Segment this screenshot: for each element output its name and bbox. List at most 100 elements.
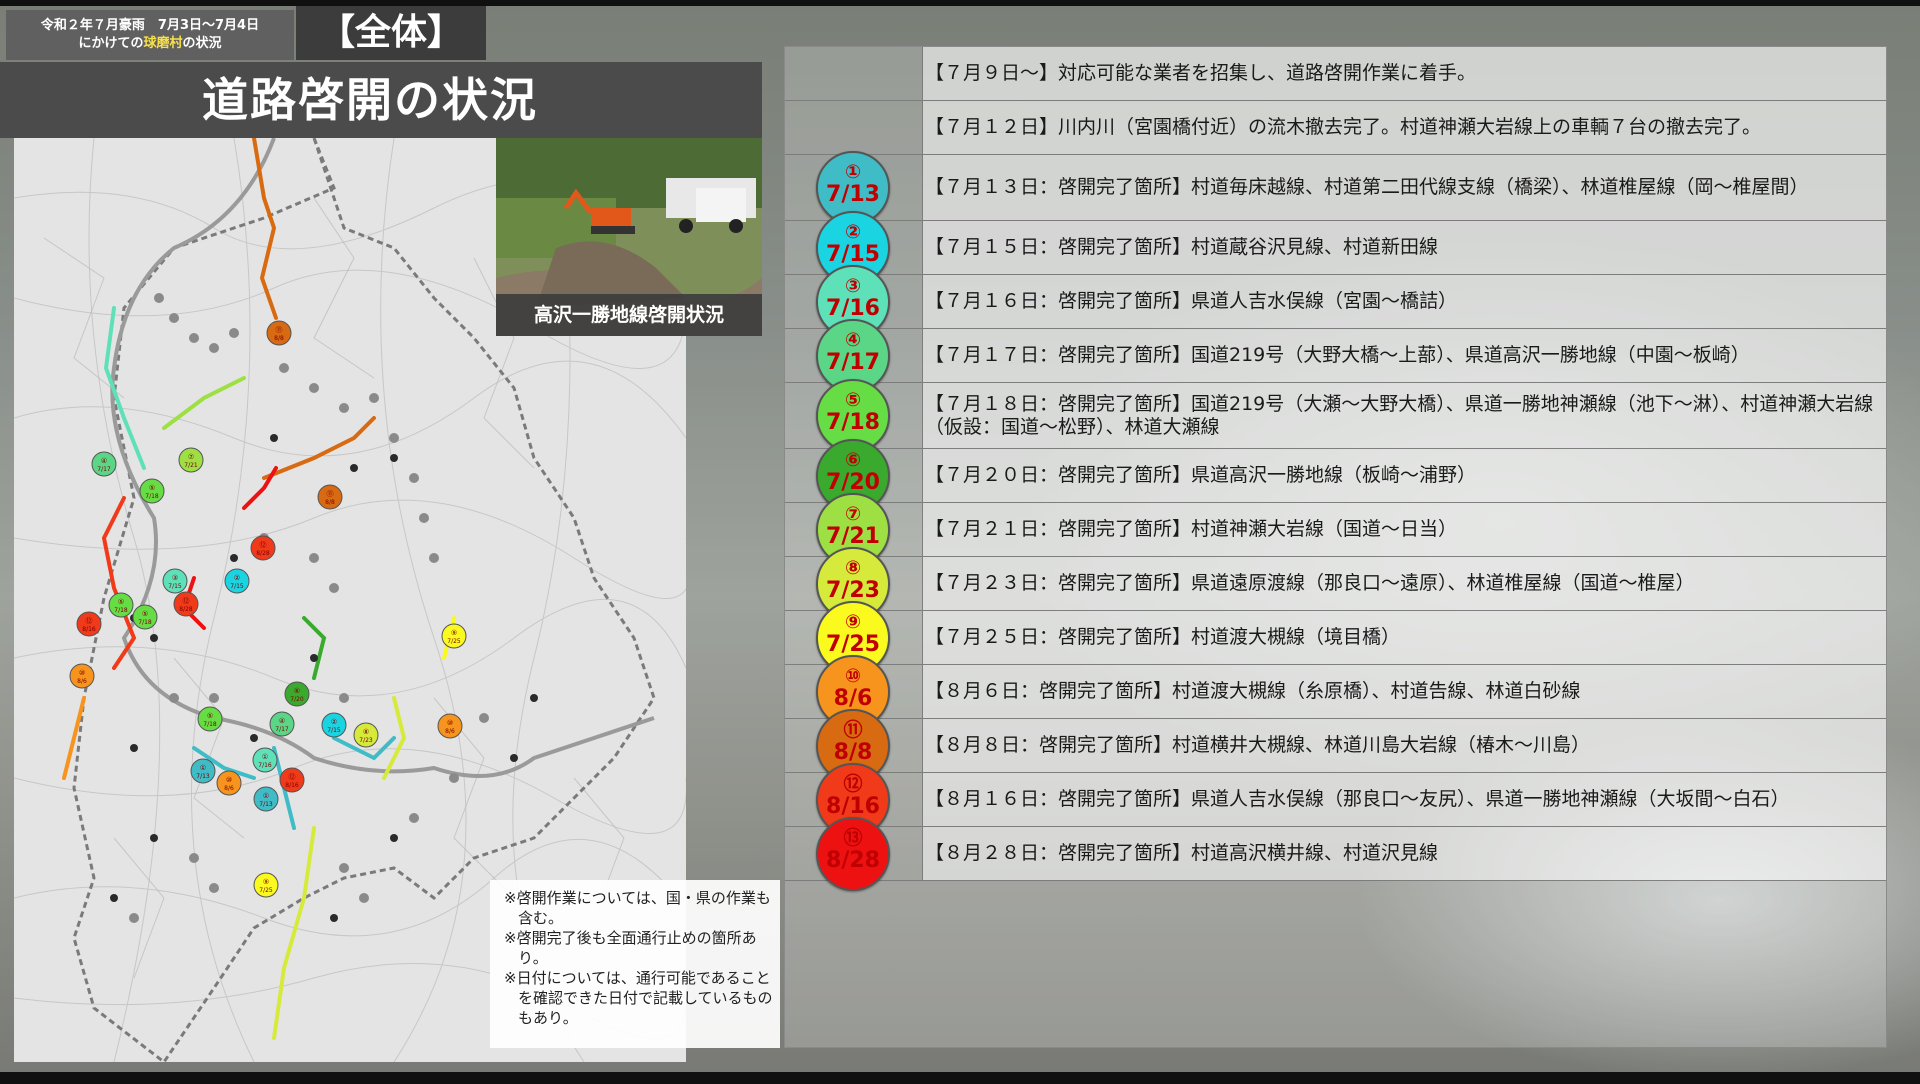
top-border <box>0 0 1920 6</box>
badge-number: ⑤ <box>844 389 862 411</box>
map-marker: ②7/15 <box>321 712 347 738</box>
map-marker-label: ① <box>263 792 269 800</box>
map-marker-label: 7/16 <box>258 762 272 769</box>
map-marker: ⑪8/8 <box>317 484 343 510</box>
map-marker: ⑤7/18 <box>197 706 223 732</box>
badge-date: 8/28 <box>826 848 880 873</box>
map-marker-label: 8/8 <box>325 499 335 506</box>
map-marker-label: ⑨ <box>451 629 457 637</box>
progress-table: 【７月９日〜】対応可能な業者を招集し、道路啓開作業に着手。 【７月１２日】川内川（… <box>784 46 1887 1048</box>
map-marker-label: 7/21 <box>184 462 198 469</box>
map-marker: ⑦7/21 <box>178 447 204 473</box>
map-marker-label: ⑪ <box>276 326 283 334</box>
map-marker-label: 8/16 <box>285 782 299 789</box>
map-marker-label: 7/18 <box>203 721 217 728</box>
map-marker-label: ⑥ <box>294 687 300 695</box>
map-marker-label: ⑩ <box>447 719 453 727</box>
map-marker-label: 7/15 <box>168 583 182 590</box>
table-row: 【７月９日〜】対応可能な業者を招集し、道路啓開作業に着手。 <box>785 47 1886 101</box>
map-marker-label: 7/23 <box>359 737 373 744</box>
event-date-line1: 令和２年７月豪雨 7月3日〜7月4日 <box>40 18 260 33</box>
map-marker: ⑨7/25 <box>253 872 279 898</box>
table-row: ⑦ 7/21 【７月２１日：啓開完了箇所】村道神瀬大岩線（国道〜日当） <box>785 493 1886 567</box>
badge-number: ⑥ <box>844 449 862 471</box>
map-marker: ⑨7/25 <box>441 623 467 649</box>
map-marker-label: 7/15 <box>327 727 341 734</box>
map-marker-label: ④ <box>279 717 285 725</box>
map-marker-label: ⑤ <box>142 610 148 618</box>
map-marker-label: ⑪ <box>327 490 334 498</box>
map-marker-label: 7/25 <box>447 638 461 645</box>
row-description: 【７月９日〜】対応可能な業者を招集し、道路啓開作業に着手。 <box>923 47 1886 100</box>
map-marker-label: 8/28 <box>179 606 193 613</box>
map-marker-label: ① <box>200 764 206 772</box>
map-marker: ④7/17 <box>91 451 117 477</box>
map-marker-label: 7/18 <box>138 619 152 626</box>
map-marker-label: ③ <box>172 574 178 582</box>
map-marker: ②7/15 <box>224 568 250 594</box>
table-row: 【７月１２日】川内川（宮園橋付近）の流木撤去完了。村道神瀬大岩線上の車輌７台の撤… <box>785 101 1886 155</box>
table-row: ③ 7/16 【７月１６日：啓開完了箇所】県道人吉水俣線（宮園〜橋詰） <box>785 265 1886 339</box>
table-row: ⑩ 8/6 【８月６日：啓開完了箇所】村道渡大槻線（糸原橋）、村道告線、林道白砂線 <box>785 655 1886 729</box>
scope-label: 【全体】 <box>296 6 486 60</box>
map-marker-label: 7/13 <box>259 801 273 808</box>
map-marker-label: 7/15 <box>230 583 244 590</box>
map-marker-label: ⑫ <box>260 541 267 549</box>
map-marker: ⑩8/6 <box>216 770 242 796</box>
map-marker-label: 7/13 <box>196 773 210 780</box>
road-clearing-photo: 高沢一勝地線啓開状況 <box>496 138 762 336</box>
map-marker-label: ⑩ <box>79 669 85 677</box>
row-description: 【７月１７日：啓開完了箇所】国道219号（大野大橋〜上蔀）、県道高沢一勝地線（中… <box>923 329 1886 382</box>
badge-date: 7/18 <box>826 410 880 435</box>
badge-number: ① <box>844 161 862 183</box>
map-marker-label: ⑧ <box>363 728 369 736</box>
row-description: 【８月６日：啓開完了箇所】村道渡大槻線（糸原橋）、村道告線、林道白砂線 <box>923 665 1886 718</box>
map-marker-label: ④ <box>101 457 107 465</box>
map-marker-label: ⑫ <box>183 597 190 605</box>
map-marker: ⑧7/23 <box>353 722 379 748</box>
map-marker-label: 7/25 <box>259 887 273 894</box>
event-date-post: の状況 <box>182 36 222 51</box>
map-marker-label: 7/17 <box>275 726 289 733</box>
row-description: 【７月１３日：啓開完了箇所】村道毎床越線、村道第二田代線支線（橋梁）、林道椎屋線… <box>923 155 1886 220</box>
table-row: ⑨ 7/25 【７月２５日：啓開完了箇所】村道渡大槻線（境目橋） <box>785 601 1886 675</box>
map-marker: ⑫8/28 <box>173 591 199 617</box>
date-badge: ⑬ 8/28 <box>816 817 890 891</box>
village-name: 球磨村 <box>143 36 183 51</box>
table-row: ⑤ 7/18 【７月１８日：啓開完了箇所】国道219号（大瀬〜大野大橋）、県道一勝地… <box>785 379 1886 453</box>
map-marker: ⑪8/8 <box>266 320 292 346</box>
bottom-border <box>0 1072 1920 1084</box>
row-description: 【７月２５日：啓開完了箇所】村道渡大槻線（境目橋） <box>923 611 1886 664</box>
row-badge-cell <box>785 101 923 154</box>
badge-date: 7/13 <box>826 182 880 207</box>
table-row: ⑪ 8/8 【８月８日：啓開完了箇所】村道横井大槻線、林道川島大岩線（椿木〜川島） <box>785 709 1886 783</box>
badge-number: ⑦ <box>844 503 862 525</box>
row-description: 【８月２８日：啓開完了箇所】村道高沢横井線、村道沢見線 <box>923 827 1886 880</box>
badge-number: ⑧ <box>844 557 862 579</box>
table-row: ⑬ 8/28 【８月２８日：啓開完了箇所】村道高沢横井線、村道沢見線 <box>785 817 1886 891</box>
row-description: 【７月１２日】川内川（宮園橋付近）の流木撤去完了。村道神瀬大岩線上の車輌７台の撤… <box>923 101 1886 154</box>
row-badge-cell <box>785 47 923 100</box>
notes-box: ※啓開作業については、国・県の作業も含む。 ※啓開完了後も全面通行止めの箇所あり… <box>490 880 780 1048</box>
map-marker-label: ② <box>331 718 337 726</box>
table-row: ⑥ 7/20 【７月２０日：啓開完了箇所】県道高沢一勝地線（板崎〜浦野） <box>785 439 1886 513</box>
map-marker: ⑤7/18 <box>139 478 165 504</box>
event-date-pre: にかけての <box>78 36 144 51</box>
note-3: ※日付については、通行可能であることを確認できた日付で記載しているものもあり。 <box>504 969 773 1027</box>
map-marker-label: ⑤ <box>149 484 155 492</box>
event-date-box: 令和２年７月豪雨 7月3日〜7月4日 にかけての球磨村の状況 <box>6 10 294 60</box>
row-description: 【７月２１日：啓開完了箇所】村道神瀬大岩線（国道〜日当） <box>923 503 1886 556</box>
map-marker: ④7/17 <box>269 711 295 737</box>
map-marker-label: 7/18 <box>114 607 128 614</box>
map-marker: ⑫8/16 <box>279 767 305 793</box>
map-marker-label: ① <box>262 753 268 761</box>
map-marker-label: 8/6 <box>445 728 455 735</box>
row-description: 【７月１５日：啓開完了箇所】村道蔵谷沢見線、村道新田線 <box>923 221 1886 274</box>
map-marker: ⑥7/20 <box>284 681 310 707</box>
map-marker: ⑩8/6 <box>69 663 95 689</box>
row-description: 【７月１８日：啓開完了箇所】国道219号（大瀬〜大野大橋）、県道一勝地神瀬線（池… <box>923 383 1886 448</box>
map-marker-label: 8/8 <box>274 335 284 342</box>
note-2: ※啓開完了後も全面通行止めの箇所あり。 <box>504 929 757 967</box>
table-row: ① 7/13 【７月１３日：啓開完了箇所】村道毎床越線、村道第二田代線支線（橋梁）、… <box>785 151 1886 225</box>
row-description: 【７月１６日：啓開完了箇所】県道人吉水俣線（宮園〜橋詰） <box>923 275 1886 328</box>
